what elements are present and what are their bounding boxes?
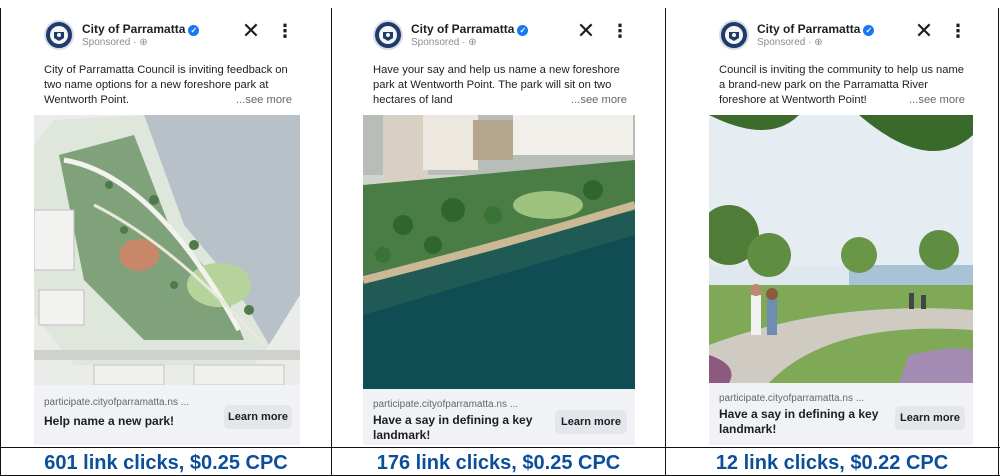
ad-card-3: City of Parramatta ✓ Sponsored · ⊕ ✕ ⋮ Co… — [709, 8, 973, 445]
link-domain: participate.cityofparramatta.ns ... — [373, 399, 519, 410]
see-more-link[interactable]: ...see more — [232, 93, 292, 108]
foreshore-plan-image[interactable] — [34, 115, 300, 385]
globe-icon: ⊕ — [139, 37, 148, 48]
ad-2-stat: 176 link clicks, $0.25 CPC — [376, 452, 621, 474]
ad-footer[interactable]: participate.cityofparramatta.ns ... Help… — [34, 385, 300, 445]
learn-more-button[interactable]: Learn more — [895, 406, 965, 430]
ad-header: City of Parramatta ✓ Sponsored · ⊕ ✕ ⋮ — [363, 8, 635, 60]
learn-more-button[interactable]: Learn more — [224, 405, 292, 429]
ad-headline: Have a say in defining a key landmark! — [373, 413, 533, 442]
more-options-icon[interactable]: ⋮ — [611, 22, 629, 44]
more-options-icon[interactable]: ⋮ — [949, 22, 967, 44]
ad-headline: Have a say in defining a key landmark! — [719, 407, 879, 436]
table-divider-2 — [665, 8, 666, 476]
page-avatar[interactable] — [719, 20, 749, 50]
ad-headline: Help name a new park! — [44, 414, 175, 428]
learn-more-button[interactable]: Learn more — [555, 410, 627, 434]
globe-icon: ⊕ — [468, 37, 477, 48]
ad-card-2: City of Parramatta ✓ Sponsored · ⊕ ✕ ⋮ Ha… — [363, 8, 635, 445]
page-name[interactable]: City of Parramatta ✓ — [757, 22, 875, 36]
aerial-park-image[interactable] — [363, 115, 635, 389]
ad-3-stat: 12 link clicks, $0.22 CPC — [715, 452, 949, 474]
link-domain: participate.cityofparramatta.ns ... — [719, 393, 865, 404]
globe-icon: ⊕ — [814, 37, 823, 48]
table-divider-1 — [331, 8, 332, 476]
page-avatar[interactable] — [373, 20, 403, 50]
city-crest-icon — [725, 26, 743, 44]
ad-footer[interactable]: participate.cityofparramatta.ns ... Have… — [363, 389, 635, 445]
ad-header: City of Parramatta ✓ Sponsored · ⊕ ✕ ⋮ — [709, 8, 973, 60]
city-crest-icon — [379, 26, 397, 44]
close-icon[interactable]: ✕ — [575, 21, 597, 44]
see-more-link[interactable]: ...see more — [905, 93, 965, 108]
verified-badge-icon: ✓ — [188, 25, 200, 36]
verified-badge-icon: ✓ — [863, 25, 875, 36]
link-domain: participate.cityofparramatta.ns ... — [44, 397, 190, 408]
ad-1-stat: 601 link clicks, $0.25 CPC — [44, 452, 288, 474]
page-name[interactable]: City of Parramatta ✓ — [411, 22, 529, 36]
sponsored-label: Sponsored · ⊕ — [411, 37, 477, 48]
ad-header: City of Parramatta ✓ Sponsored · ⊕ ✕ ⋮ — [34, 8, 300, 60]
city-crest-icon — [50, 26, 68, 44]
table-border-left — [0, 8, 1, 476]
sponsored-label: Sponsored · ⊕ — [82, 37, 148, 48]
page-name[interactable]: City of Parramatta ✓ — [82, 22, 200, 36]
ad-card-1: City of Parramatta ✓ Sponsored · ⊕ ✕ ⋮ Ci… — [34, 8, 300, 445]
park-walkers-image[interactable] — [709, 115, 973, 383]
table-border-right — [998, 8, 999, 476]
see-more-link[interactable]: ...see more — [567, 93, 627, 108]
ad-footer[interactable]: participate.cityofparramatta.ns ... Have… — [709, 383, 973, 445]
verified-badge-icon: ✓ — [517, 25, 529, 36]
close-icon[interactable]: ✕ — [240, 21, 262, 44]
page-avatar[interactable] — [44, 20, 74, 50]
sponsored-label: Sponsored · ⊕ — [757, 37, 823, 48]
close-icon[interactable]: ✕ — [913, 21, 935, 44]
table-row-divider — [0, 447, 1000, 448]
more-options-icon[interactable]: ⋮ — [276, 22, 294, 44]
